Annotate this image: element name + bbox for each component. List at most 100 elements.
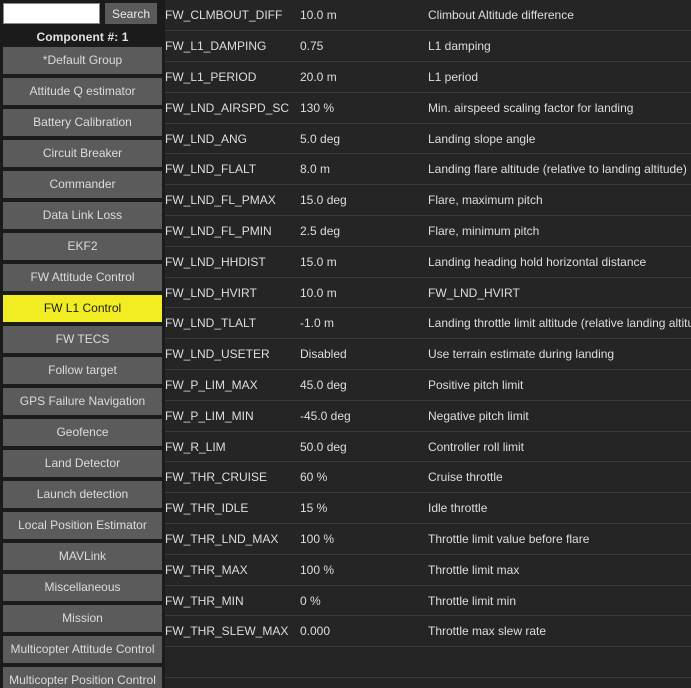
- sidebar-group-fw-attitude-control[interactable]: FW Attitude Control: [3, 264, 162, 291]
- sidebar-group-attitude-q-estimator[interactable]: Attitude Q estimator: [3, 78, 162, 105]
- parameter-description: Positive pitch limit: [428, 369, 691, 401]
- parameter-description: Controller roll limit: [428, 431, 691, 463]
- sidebar-group-launch-detection[interactable]: Launch detection: [3, 481, 162, 508]
- sidebar-group-follow-target[interactable]: Follow target: [3, 357, 162, 384]
- sidebar-group-battery-calibration[interactable]: Battery Calibration: [3, 109, 162, 136]
- sidebar-group-ekf2[interactable]: EKF2: [3, 233, 162, 260]
- parameter-name: FW_THR_MAX: [165, 554, 300, 586]
- parameter-value: 60 %: [300, 461, 428, 494]
- parameter-name: FW_P_LIM_MAX: [165, 369, 300, 401]
- parameter-name: FW_LND_FL_PMIN: [165, 215, 300, 247]
- parameter-panel[interactable]: FW_CLMBOUT_DIFF 10.0 m Climbout Altitude d…: [165, 0, 691, 688]
- parameter-row[interactable]: FW_THR_SLEW_MAX 0.000 Throttle max slew ra…: [165, 615, 691, 648]
- parameter-description: Use terrain estimate during landing: [428, 338, 691, 371]
- parameter-row-partial-cell: [165, 646, 691, 679]
- parameter-description: FW_LND_HVIRT: [428, 277, 691, 309]
- sidebar-group-gps-failure-navigation[interactable]: GPS Failure Navigation: [3, 388, 162, 415]
- parameter-name: FW_CLMBOUT_DIFF: [165, 0, 300, 32]
- sidebar-group-mavlink[interactable]: MAVLink: [3, 543, 162, 570]
- parameter-name: FW_L1_PERIOD: [165, 61, 300, 93]
- search-button[interactable]: Search: [105, 3, 158, 24]
- parameter-row[interactable]: FW_THR_LND_MAX 100 % Throttle limit value …: [165, 523, 691, 555]
- parameter-description: Landing throttle limit altitude (relativ…: [428, 307, 691, 340]
- parameter-table: FW_CLMBOUT_DIFF 10.0 m Climbout Altitude d…: [165, 0, 691, 679]
- group-list: *Default Group Attitude Q estimator Batter…: [0, 47, 165, 688]
- parameter-name: FW_R_LIM: [165, 431, 300, 463]
- parameter-row[interactable]: FW_LND_AIRSPD_SC 130 % Min. airspeed scali…: [165, 92, 691, 124]
- parameter-name: FW_THR_SLEW_MAX: [165, 615, 300, 648]
- sidebar-group-multicopter-attitude-control[interactable]: Multicopter Attitude Control: [3, 636, 162, 663]
- sidebar-group-default-group[interactable]: *Default Group: [3, 47, 162, 74]
- parameter-value: 10.0 m: [300, 0, 428, 32]
- parameter-row[interactable]: FW_L1_DAMPING 0.75 L1 damping: [165, 30, 691, 63]
- parameter-description: Throttle limit value before flare: [428, 523, 691, 555]
- parameter-value: 15.0 m: [300, 246, 428, 278]
- parameter-row[interactable]: FW_LND_TLALT -1.0 m Landing throttle limit…: [165, 307, 691, 340]
- sidebar-group-multicopter-position-control[interactable]: Multicopter Position Control: [3, 667, 162, 688]
- parameter-row[interactable]: FW_LND_HHDIST 15.0 m Landing heading hold …: [165, 246, 691, 278]
- component-label: Component #: 1: [36, 30, 129, 44]
- parameter-value: 8.0 m: [300, 153, 428, 186]
- parameter-name: FW_LND_HHDIST: [165, 246, 300, 278]
- parameter-name: FW_THR_CRUISE: [165, 461, 300, 494]
- sidebar: Search Component #: 1 *Default Group Atti…: [0, 0, 165, 688]
- parameter-value: 20.0 m: [300, 61, 428, 93]
- parameter-name: FW_LND_ANG: [165, 123, 300, 155]
- sidebar-group-geofence[interactable]: Geofence: [3, 419, 162, 446]
- parameter-name: FW_LND_HVIRT: [165, 277, 300, 309]
- parameter-row[interactable]: FW_LND_FL_PMAX 15.0 deg Flare, maximum pit…: [165, 184, 691, 217]
- parameter-row[interactable]: FW_CLMBOUT_DIFF 10.0 m Climbout Altitude d…: [165, 0, 691, 32]
- sidebar-group-fw-tecs[interactable]: FW TECS: [3, 326, 162, 353]
- sidebar-group-mission[interactable]: Mission: [3, 605, 162, 632]
- parameter-description: L1 damping: [428, 30, 691, 63]
- parameter-description: Landing heading hold horizontal distance: [428, 246, 691, 278]
- parameter-row[interactable]: FW_LND_FL_PMIN 2.5 deg Flare, minimum pitc…: [165, 215, 691, 247]
- parameter-row[interactable]: FW_LND_USETER Disabled Use terrain estimat…: [165, 338, 691, 371]
- parameter-row[interactable]: FW_THR_MAX 100 % Throttle limit max: [165, 554, 691, 586]
- parameter-description: Flare, minimum pitch: [428, 215, 691, 247]
- parameter-description: Climbout Altitude difference: [428, 0, 691, 32]
- parameter-row[interactable]: FW_THR_CRUISE 60 % Cruise throttle: [165, 461, 691, 494]
- parameter-value: 2.5 deg: [300, 215, 428, 247]
- parameter-description: Negative pitch limit: [428, 400, 691, 432]
- sidebar-group-commander[interactable]: Commander: [3, 171, 162, 198]
- parameter-name: FW_L1_DAMPING: [165, 30, 300, 63]
- sidebar-group-data-link-loss[interactable]: Data Link Loss: [3, 202, 162, 229]
- parameter-row[interactable]: FW_THR_MIN 0 % Throttle limit min: [165, 585, 691, 617]
- sidebar-group-land-detector[interactable]: Land Detector: [3, 450, 162, 477]
- sidebar-group-local-position-estimator[interactable]: Local Position Estimator: [3, 512, 162, 539]
- parameter-value: 50.0 deg: [300, 431, 428, 463]
- parameter-description: Flare, maximum pitch: [428, 184, 691, 217]
- sidebar-group-fw-l1-control[interactable]: FW L1 Control: [3, 295, 162, 322]
- parameter-name: FW_LND_FLALT: [165, 153, 300, 186]
- sidebar-group-circuit-breaker[interactable]: Circuit Breaker: [3, 140, 162, 167]
- parameter-description: Cruise throttle: [428, 461, 691, 494]
- parameter-description: Landing flare altitude (relative to land…: [428, 153, 691, 186]
- parameter-row[interactable]: FW_LND_ANG 5.0 deg Landing slope angle: [165, 123, 691, 155]
- search-input[interactable]: [3, 3, 100, 24]
- parameter-row[interactable]: FW_L1_PERIOD 20.0 m L1 period: [165, 61, 691, 93]
- parameter-value: 5.0 deg: [300, 123, 428, 155]
- sidebar-group-miscellaneous[interactable]: Miscellaneous: [3, 574, 162, 601]
- parameter-name: FW_LND_FL_PMAX: [165, 184, 300, 217]
- parameter-description: Throttle limit min: [428, 585, 691, 617]
- parameter-row[interactable]: FW_P_LIM_MAX 45.0 deg Positive pitch limit: [165, 369, 691, 401]
- parameter-description: Throttle limit max: [428, 554, 691, 586]
- parameter-name: FW_LND_USETER: [165, 338, 300, 371]
- parameter-value: 10.0 m: [300, 277, 428, 309]
- parameter-name: FW_THR_LND_MAX: [165, 523, 300, 555]
- parameter-row[interactable]: FW_LND_HVIRT 10.0 m FW_LND_HVIRT: [165, 277, 691, 309]
- parameter-description: Min. airspeed scaling factor for landing: [428, 92, 691, 124]
- parameter-value: 45.0 deg: [300, 369, 428, 401]
- parameter-value: 100 %: [300, 554, 428, 586]
- parameter-value: 0.000: [300, 615, 428, 648]
- parameter-row[interactable]: FW_R_LIM 50.0 deg Controller roll limit: [165, 431, 691, 463]
- parameter-description: Throttle max slew rate: [428, 615, 691, 648]
- parameter-name: FW_P_LIM_MIN: [165, 400, 300, 432]
- search-row: Search: [0, 0, 165, 27]
- parameter-row-partial: [165, 646, 691, 679]
- parameter-description: Idle throttle: [428, 492, 691, 525]
- parameter-row[interactable]: FW_THR_IDLE 15 % Idle throttle: [165, 492, 691, 525]
- parameter-row[interactable]: FW_P_LIM_MIN -45.0 deg Negative pitch limi…: [165, 400, 691, 432]
- parameter-row[interactable]: FW_LND_FLALT 8.0 m Landing flare altitude …: [165, 153, 691, 186]
